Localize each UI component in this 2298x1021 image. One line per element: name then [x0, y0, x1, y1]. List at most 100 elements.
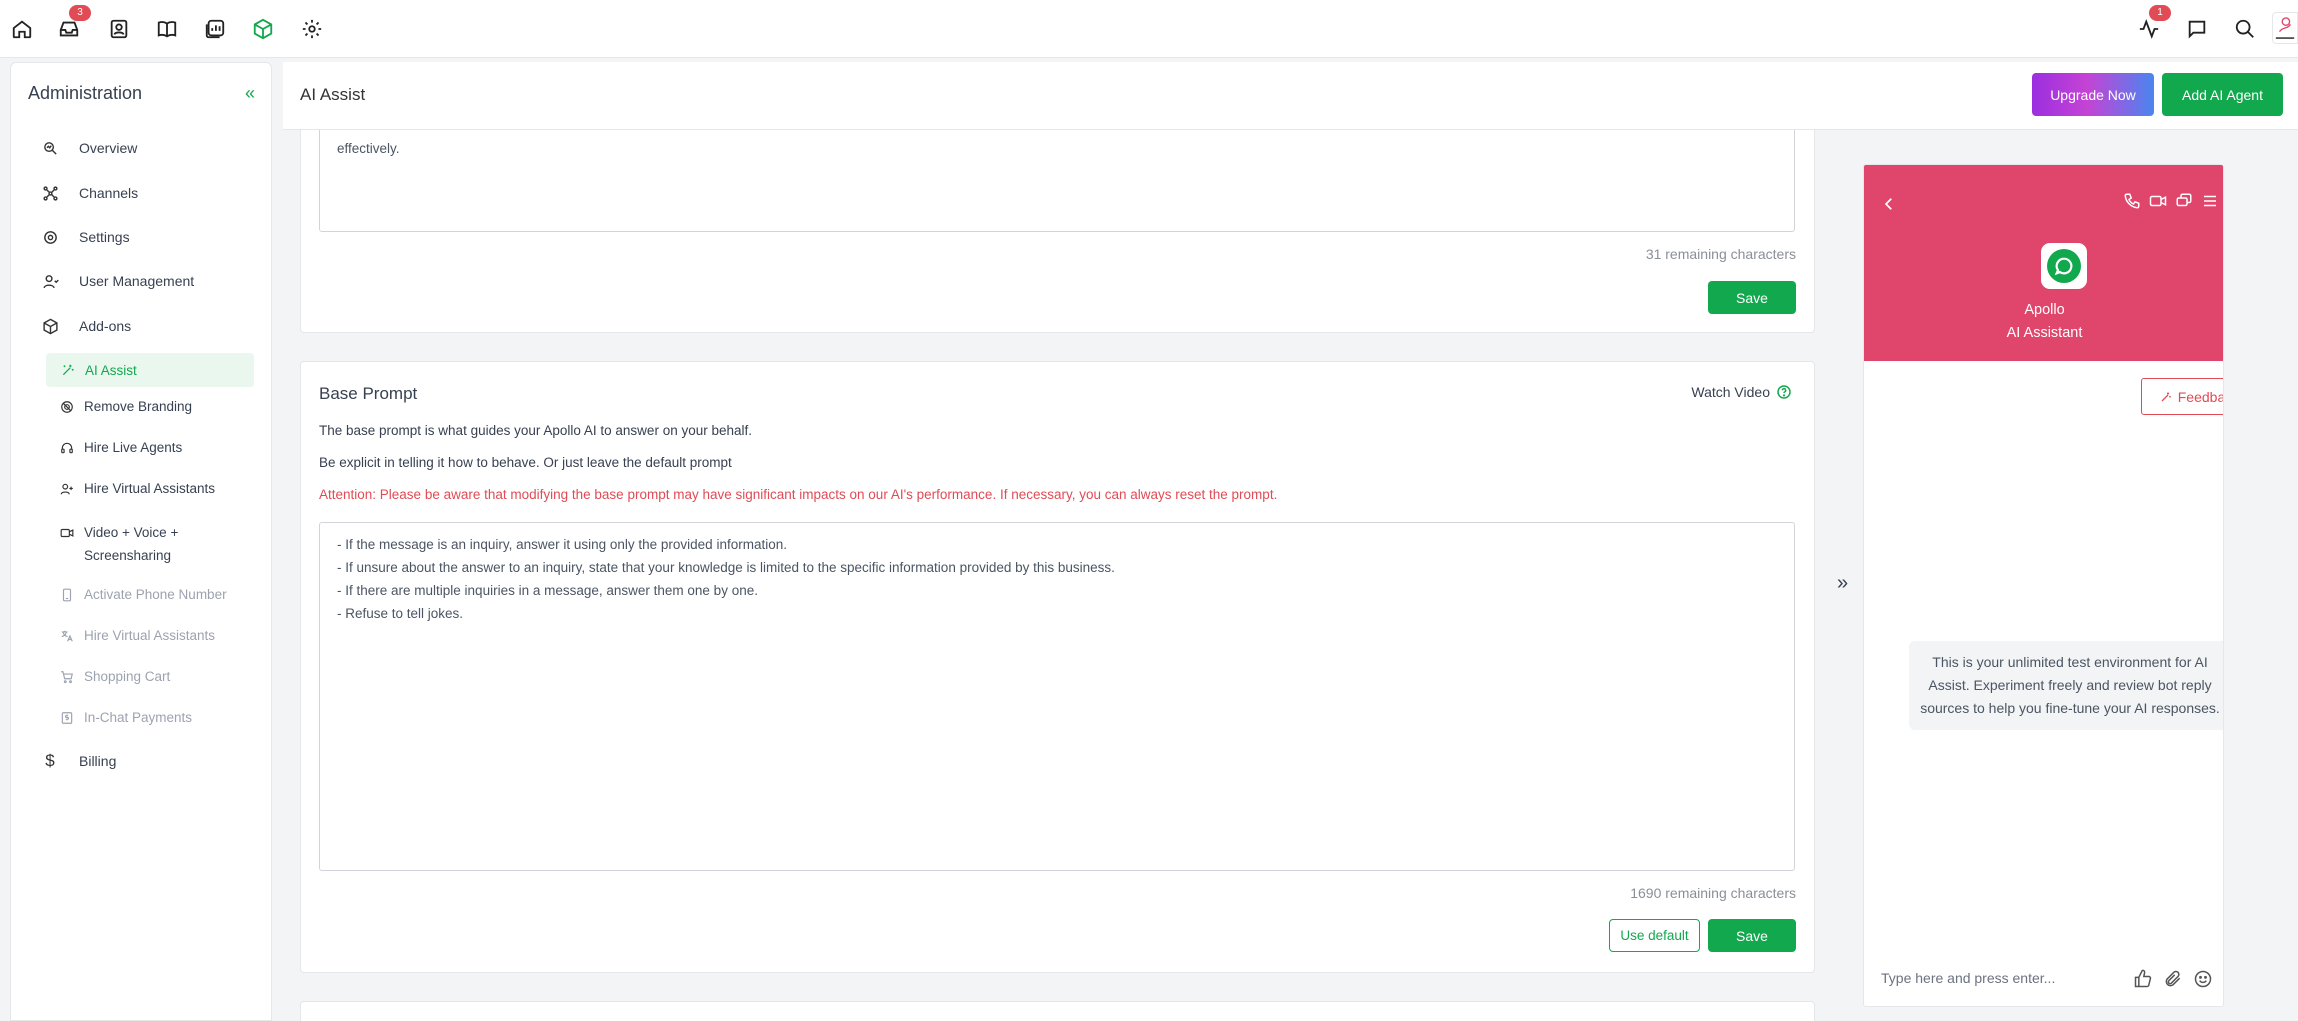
remaining-characters: 31 remaining characters: [1645, 246, 1796, 262]
attention-warning: Attention: Please be aware that modifyin…: [319, 487, 1278, 502]
subitem-label: Hire Virtual Assistants: [84, 481, 216, 496]
sidebar-subitem-shopping-cart[interactable]: Shopping Cart: [60, 669, 170, 684]
contacts-icon[interactable]: [106, 16, 132, 42]
video-camera-icon: [60, 526, 74, 540]
sidebar-subitem-activate-phone[interactable]: Activate Phone Number: [60, 587, 227, 602]
sidebar-subitem-ai-assist[interactable]: AI Assist: [46, 353, 254, 387]
back-arrow-icon[interactable]: [1880, 195, 1898, 213]
save-button[interactable]: Save: [1708, 281, 1796, 314]
sidebar-title: Administration: [28, 83, 143, 103]
expand-preview-icon[interactable]: »: [1837, 572, 1848, 595]
knowledge-book-icon[interactable]: [154, 16, 180, 42]
attachment-icon[interactable]: [2163, 969, 2183, 989]
base-prompt-title: Base Prompt: [319, 384, 418, 403]
sidebar-item-label: Add-ons: [79, 318, 132, 334]
sidebar-item-label: User Management: [79, 273, 195, 289]
cart-icon: [60, 670, 74, 684]
sidebar-subitem-remove-branding[interactable]: Remove Branding: [60, 399, 192, 414]
sidebar-subitem-video-voice[interactable]: Video + Voice + Screensharing: [60, 521, 178, 567]
video-icon[interactable]: [2149, 192, 2167, 210]
chat-message-input[interactable]: [1881, 970, 2081, 986]
collapse-sidebar-icon[interactable]: «: [245, 84, 255, 102]
emoji-icon[interactable]: [2193, 969, 2213, 989]
subitem-label: In-Chat Payments: [84, 710, 193, 725]
chat-icon[interactable]: [2184, 16, 2210, 42]
sidebar-item-label: Billing: [79, 753, 117, 769]
sidebar-item-addons[interactable]: Add-ons: [41, 311, 131, 341]
addons-cube-icon[interactable]: [250, 16, 276, 42]
prompt-line: - If there are multiple inquiries in a m…: [337, 583, 758, 598]
subitem-label: Video + Voice +: [84, 525, 179, 540]
top-bar: 3 1: [0, 0, 2298, 58]
subitem-label: Shopping Cart: [84, 669, 171, 684]
add-ai-agent-button[interactable]: Add AI Agent: [2162, 73, 2283, 116]
sidebar-subitem-hire-virtual-assistants[interactable]: Hire Virtual Assistants: [60, 481, 215, 496]
headset-icon: [60, 441, 74, 455]
base-prompt-description: The base prompt is what guides your Apol…: [319, 423, 753, 438]
channels-icon: [41, 184, 59, 202]
settings-gear-icon[interactable]: [299, 16, 325, 42]
overview-icon: [41, 139, 59, 157]
avatar[interactable]: [2272, 12, 2298, 44]
prompt-line: - If unsure about the answer to an inqui…: [337, 560, 1115, 575]
inbox-icon[interactable]: 3: [56, 5, 91, 42]
base-prompt-textarea[interactable]: - If the message is an inquiry, answer i…: [319, 522, 1795, 871]
subitem-label: Hire Live Agents: [84, 440, 183, 455]
remaining-characters: 1690 remaining characters: [1630, 885, 1796, 901]
home-icon[interactable]: [9, 16, 35, 42]
phone-icon[interactable]: [2123, 192, 2141, 210]
next-settings-card: [300, 1001, 1815, 1021]
dollar-receipt-icon: [60, 711, 74, 725]
feedback-button[interactable]: Feedback: [2141, 378, 2224, 415]
sidebar-item-billing[interactable]: $ Billing: [41, 746, 116, 776]
chat-preview-panel: Apollo AI Assistant Feedback This is you…: [1863, 164, 2224, 1007]
chat-bubble-icon: [2047, 249, 2081, 283]
sidebar-subitem-hire-virtual-assistants-2[interactable]: Hire Virtual Assistants: [60, 628, 215, 643]
main-header: AI Assist Upgrade Now Add AI Agent: [283, 62, 2298, 130]
chat-header-actions: [2123, 192, 2219, 210]
menu-icon[interactable]: [2201, 192, 2219, 210]
bot-welcome-message: This is your unlimited test environment …: [1909, 641, 2223, 730]
textarea-text: effectively.: [337, 141, 400, 156]
add-person-icon: [60, 482, 74, 496]
help-circle-icon: [1776, 384, 1792, 400]
previous-textarea[interactable]: effectively.: [319, 130, 1795, 232]
subitem-label: Remove Branding: [84, 399, 193, 414]
feedback-sparkle-icon: [2161, 392, 2171, 401]
upgrade-now-button[interactable]: Upgrade Now: [2032, 73, 2154, 116]
activity-badge: 1: [2149, 5, 2171, 21]
content-area: effectively. 31 remaining characters Sav…: [283, 130, 1843, 1021]
sidebar-item-user-management[interactable]: User Management: [41, 266, 194, 296]
sidebar-item-settings[interactable]: Settings: [41, 222, 130, 252]
sidebar-item-label: Settings: [79, 229, 130, 245]
subitem-label: AI Assist: [85, 362, 137, 378]
page-title: AI Assist: [300, 85, 366, 104]
sidebar-item-label: Channels: [79, 185, 139, 201]
watch-video-label: Watch Video: [1691, 384, 1770, 400]
bot-role: AI Assistant: [2006, 325, 2083, 341]
sidebar-subitem-in-chat-payments[interactable]: In-Chat Payments: [60, 710, 192, 725]
chat-header: Apollo AI Assistant: [1864, 165, 2223, 361]
use-default-button[interactable]: Use default: [1609, 919, 1700, 952]
search-icon[interactable]: [2232, 16, 2258, 42]
sidebar-subitem-hire-live-agents[interactable]: Hire Live Agents: [60, 440, 182, 455]
thumbs-up-icon[interactable]: [2133, 969, 2153, 989]
feedback-label: Feedback: [2177, 388, 2224, 405]
prompt-line: - Refuse to tell jokes.: [337, 606, 464, 621]
company-logo: [2275, 17, 2295, 39]
watch-video-link[interactable]: Watch Video: [1691, 384, 1792, 400]
reports-icon[interactable]: [202, 16, 228, 42]
activity-icon[interactable]: 1: [2136, 5, 2171, 42]
user-management-icon: [41, 272, 59, 290]
subitem-label-line2: Screensharing: [84, 548, 172, 563]
conversations-icon[interactable]: [2175, 192, 2193, 210]
sidebar-item-overview[interactable]: Overview: [41, 133, 137, 163]
subitem-label: Hire Virtual Assistants: [84, 628, 216, 643]
ai-sparkle-icon: [61, 363, 75, 377]
branding-icon: [60, 400, 74, 414]
save-base-prompt-button[interactable]: Save: [1708, 919, 1796, 952]
addons-icon: [41, 317, 59, 335]
admin-sidebar: Administration « Overview Channels Setti…: [10, 62, 272, 1021]
sidebar-item-channels[interactable]: Channels: [41, 178, 138, 208]
bot-avatar: [2041, 243, 2087, 289]
